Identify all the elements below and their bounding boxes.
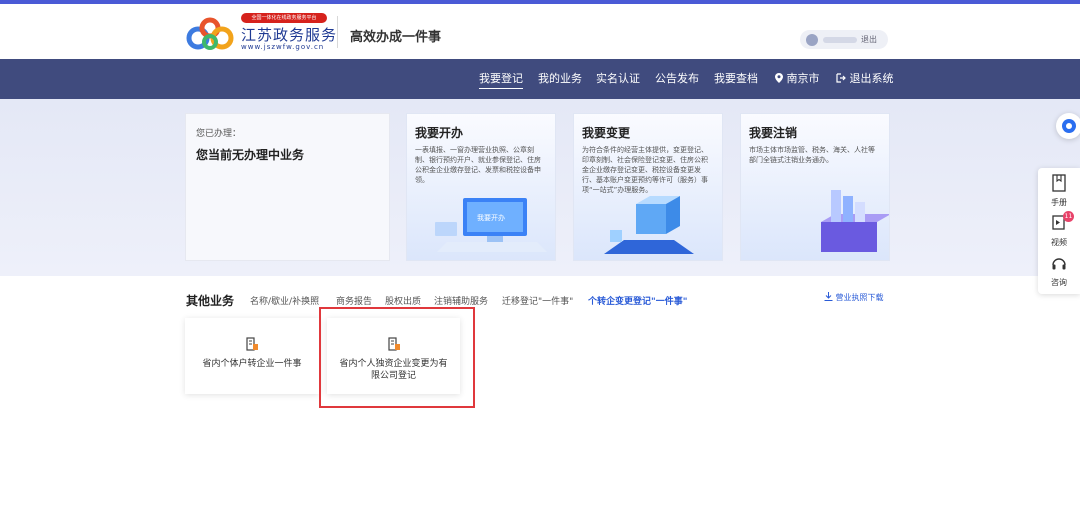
cube-illustration-icon: [604, 196, 694, 254]
other-business-title: 其他业务: [186, 294, 235, 308]
nav-item-city[interactable]: 南京市: [775, 72, 820, 86]
building-doc-icon: [246, 337, 258, 351]
side-item-manual[interactable]: 手册: [1038, 174, 1080, 208]
service-desc: 市场主体市场监管、税务、海关、人社等部门全链式注销业务通办。: [749, 146, 875, 164]
done-status: 您当前无办理中业务: [196, 148, 305, 162]
exit-label: 退出系统: [849, 72, 894, 85]
floating-assistant-button[interactable]: [1056, 113, 1080, 139]
site-url: www.jszwfw.gov.cn: [241, 43, 325, 51]
side-label-consult: 咨询: [1051, 278, 1067, 287]
service-title: 我要变更: [582, 126, 631, 140]
illus-text: 我要开办: [477, 213, 505, 222]
book-icon: [1052, 174, 1066, 192]
tab-individual-to-company[interactable]: 个转企变更登记"一件事": [588, 294, 687, 307]
nav-item-my-business[interactable]: 我的业务: [538, 72, 582, 86]
biz-card-label: 省内个体户转企业一件事: [202, 359, 302, 369]
service-desc: 一表填报、一窗办理营业执照、公章刻制、银行预约开户、就业参保登记、住房公积金企业…: [415, 146, 541, 184]
nav-item-exit[interactable]: 退出系统: [836, 72, 894, 86]
user-menu[interactable]: 退出: [800, 30, 888, 49]
tab-name-change[interactable]: 名称/歇业/补换照: [250, 294, 319, 307]
header-divider: [337, 16, 338, 48]
city-label: 南京市: [786, 72, 820, 85]
highlight-box: [319, 307, 475, 408]
site-header: 全国一体化在线政务服务平台 江苏政务服务 www.jszwfw.gov.cn 高…: [0, 4, 1080, 59]
nav-item-real-name[interactable]: 实名认证: [596, 72, 640, 86]
biz-card-individual-to-enterprise[interactable]: 省内个体户转企业一件事: [185, 318, 319, 394]
nav-item-register[interactable]: 我要登记: [479, 72, 523, 89]
site-logo[interactable]: [186, 14, 234, 52]
side-item-video[interactable]: 11 视频: [1038, 211, 1080, 248]
current-business-card: 您已办理： 您当前无办理中业务: [185, 113, 390, 261]
tab-equity-pledge[interactable]: 股权出质: [385, 294, 421, 307]
side-item-consult[interactable]: 咨询: [1038, 256, 1080, 288]
side-label-video: 视频: [1051, 238, 1067, 247]
service-title: 我要开办: [415, 126, 464, 140]
nav-item-announcement[interactable]: 公告发布: [655, 72, 699, 86]
service-card-open[interactable]: 我要开办 一表填报、一窗办理营业执照、公章刻制、银行预约开户、就业参保登记、住房…: [406, 113, 556, 261]
user-name-masked: [823, 36, 857, 43]
side-label-manual: 手册: [1051, 198, 1067, 207]
service-title: 我要注销: [749, 126, 798, 140]
site-name[interactable]: 江苏政务服务: [241, 24, 337, 45]
tab-cancellation-aid[interactable]: 注销辅助服务: [434, 294, 488, 307]
nav-item-archive[interactable]: 我要查档: [714, 72, 758, 86]
box-illustration-icon: [821, 190, 889, 252]
computer-illustration-icon: 我要开办: [435, 198, 547, 252]
main-nav: 我要登记 我的业务 实名认证 公告发布 我要查档 南京市 退出系统: [0, 59, 1080, 99]
location-pin-icon: [775, 73, 783, 83]
assistant-icon: [1062, 119, 1076, 133]
license-download-link[interactable]: 营业执照下载: [824, 292, 884, 303]
service-card-cancel[interactable]: 我要注销 市场主体市场监管、税务、海关、人社等部门全链式注销业务通办。: [740, 113, 890, 261]
service-card-change[interactable]: 我要变更 为符合条件的经营主体提供，变更登记、印章刻制、社会保险登记变更、住房公…: [573, 113, 723, 261]
user-avatar-icon: [806, 33, 818, 46]
logout-link[interactable]: 退出: [861, 34, 877, 45]
exit-icon: [836, 73, 846, 83]
headset-icon: [1052, 258, 1066, 270]
video-badge: 11: [1063, 211, 1074, 222]
done-label: 您已办理：: [196, 129, 242, 139]
tab-migration[interactable]: 迁移登记"一件事": [502, 294, 573, 307]
side-toolbar: 手册 11 视频 咨询: [1038, 168, 1080, 294]
tab-business-report[interactable]: 商务报告: [336, 294, 372, 307]
download-icon: [824, 292, 833, 301]
platform-badge: 全国一体化在线政务服务平台: [241, 13, 327, 23]
page-title: 高效办成一件事: [350, 30, 442, 45]
download-label: 营业执照下载: [835, 293, 884, 302]
